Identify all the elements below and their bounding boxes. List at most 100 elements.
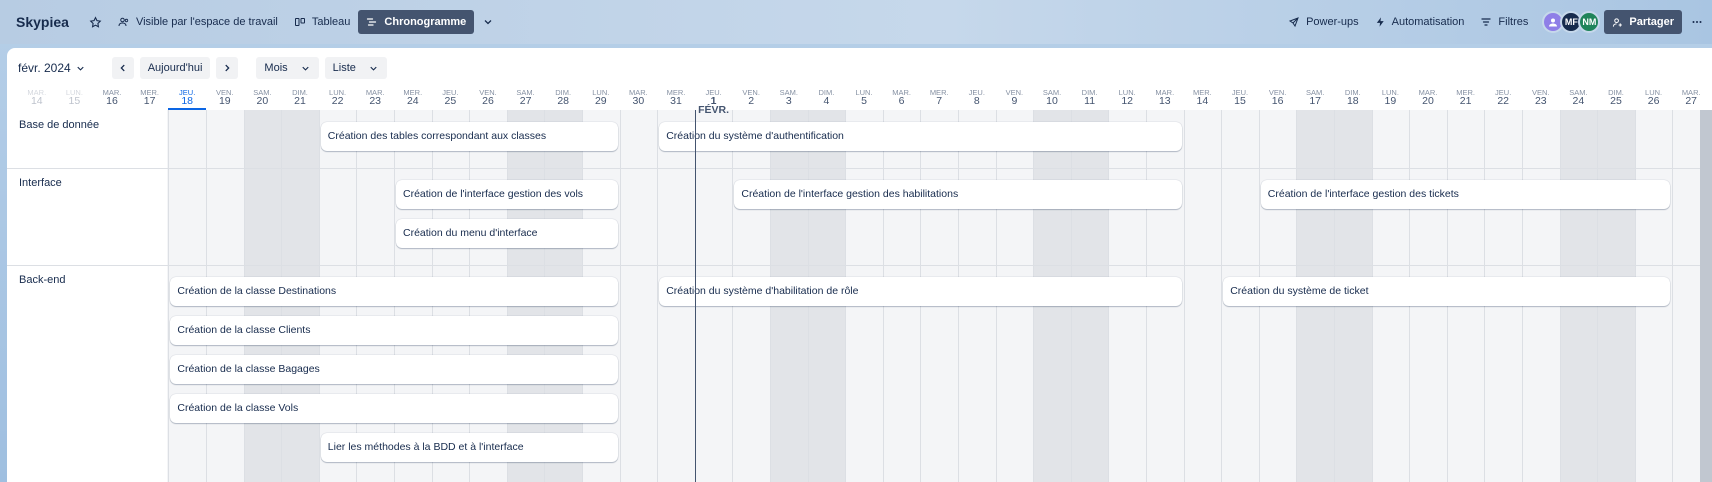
day-header: VEN. 19 [206,88,244,110]
day-number: 25 [1610,95,1622,107]
day-header: JEU. 1 FÉVR. [695,88,733,115]
day-number: 31 [670,95,682,107]
zoom-dropdown[interactable]: Mois [256,57,319,79]
day-number: 14 [1196,95,1209,107]
member-avatars: MF NM [1542,11,1601,33]
day-header: JEU. 18 [168,88,206,110]
views-dropdown-button[interactable] [474,10,502,34]
day-number: 28 [557,95,570,107]
board-title[interactable]: Skypiea [16,14,69,30]
day-number: 17 [143,95,156,107]
day-number: 6 [898,95,905,107]
timeline-card[interactable]: Création de l'interface gestion des habi… [734,180,1182,209]
day-header: MAR. 13 [1146,88,1184,110]
day-header: DIM. 28 [544,88,582,110]
day-header: SAM. 27 [507,88,545,110]
day-header: SAM. 24 [1560,88,1598,110]
timeline-card[interactable]: Création du système de ticket [1223,277,1671,306]
visibility-button[interactable]: Visible par l'espace de travail [110,10,286,34]
day-number: 20 [256,95,269,107]
day-number: 23 [1534,95,1547,107]
board-header: Skypiea Visible par l'espace de travail … [0,0,1712,44]
day-header: MER. 24 [394,88,432,110]
timeline-card[interactable]: Création de la classe Clients [170,316,618,345]
timeline-panel: févr. 2024 Aujourd'hui Mois Liste MAR. 14… [7,48,1712,482]
today-button[interactable]: Aujourd'hui [139,57,211,79]
day-header: MAR. 16 [93,88,131,110]
day-number: 26 [1647,95,1660,107]
vertical-scrollbar[interactable] [1700,110,1712,482]
automation-button[interactable]: Automatisation [1367,10,1473,34]
visibility-label: Visible par l'espace de travail [135,16,278,28]
share-button[interactable]: Partager [1604,10,1682,34]
day-number: 11 [1084,95,1096,107]
day-number: 22 [1497,95,1510,107]
lightning-icon [1376,17,1384,27]
day-header: JEU. 15 [1221,88,1259,110]
day-header: DIM. 18 [1334,88,1372,110]
day-header: LUN. 29 [582,88,620,110]
group-divider [7,265,1712,266]
day-number: 12 [1121,95,1134,107]
month-start-line [694,110,696,482]
day-header: LUN. 22 [319,88,357,110]
more-menu-button[interactable] [1682,10,1712,34]
day-number: 29 [594,95,607,107]
timeline-card[interactable]: Création des tables correspondant aux cl… [320,122,618,151]
day-header: VEN. 26 [469,88,507,110]
filters-button[interactable]: Filtres [1472,10,1536,34]
day-header: MER. 21 [1447,88,1485,110]
timeline-card[interactable]: Création de l'interface gestion des tick… [1260,180,1671,209]
day-number: 10 [1046,95,1058,107]
day-header: SAM. 3 [770,88,808,110]
view-tab-tableau[interactable]: Tableau [286,10,359,34]
view-tab-label: Chronogramme [384,16,467,28]
timeline-card[interactable]: Création du système d'authentification [659,122,1182,151]
group-by-label: Liste [332,62,356,74]
timeline-card[interactable]: Création du système d'habilitation de rô… [659,277,1182,306]
day-number: 8 [973,95,980,107]
day-header: MAR. 20 [1409,88,1447,110]
powerups-button[interactable]: Power-ups [1280,10,1367,34]
next-period-button[interactable] [216,57,239,79]
timeline-card[interactable]: Création de la classe Bagages [170,355,618,384]
group-label[interactable]: Back-end [19,274,65,286]
avatar[interactable]: NM [1578,11,1601,33]
day-number: 2 [748,95,755,107]
chevron-down-icon [484,20,492,25]
previous-period-button[interactable] [111,57,134,79]
day-number: 18 [181,95,194,107]
timeline-card[interactable]: Création de la classe Vols [170,394,618,423]
day-header: VEN. 16 [1259,88,1297,110]
group-label[interactable]: Base de donnée [19,119,99,131]
timeline-card[interactable]: Création du menu d'interface [396,219,618,248]
day-header: VEN. 23 [1522,88,1560,110]
day-number: 19 [218,95,231,107]
chevron-right-icon [225,64,230,72]
day-number: 13 [1158,95,1171,107]
day-header: SAM. 17 [1296,88,1334,110]
view-tab-chronogramme[interactable]: Chronogramme [358,10,475,34]
day-header: MER. 7 [920,88,958,110]
header-right-actions: Power-ups Automatisation Filtres MF NM P… [1280,0,1712,44]
day-header: VEN. 2 [732,88,770,110]
group-by-dropdown[interactable]: Liste [324,57,387,79]
zoom-label: Mois [264,62,288,74]
day-header: LUN. 26 [1635,88,1673,110]
day-header: JEU. 8 [958,88,996,110]
period-label: févr. 2024 [18,61,71,75]
day-header: LUN. 19 [1372,88,1410,110]
day-header: LUN. 12 [1108,88,1146,110]
period-selector[interactable]: févr. 2024 [18,57,94,79]
day-header: MER. 17 [131,88,169,110]
day-number: 18 [1346,95,1359,107]
timeline-card[interactable]: Lier les méthodes à la BDD et à l'interf… [320,433,618,462]
timeline-card[interactable]: Création de l'interface gestion des vols [396,180,618,209]
group-label[interactable]: Interface [19,177,62,189]
powerups-label: Power-ups [1306,16,1359,28]
star-button[interactable] [81,10,110,34]
day-number: 9 [1011,95,1018,107]
day-number: 22 [331,95,344,107]
day-number: 21 [1459,95,1472,107]
timeline-card[interactable]: Création de la classe Destinations [170,277,618,306]
